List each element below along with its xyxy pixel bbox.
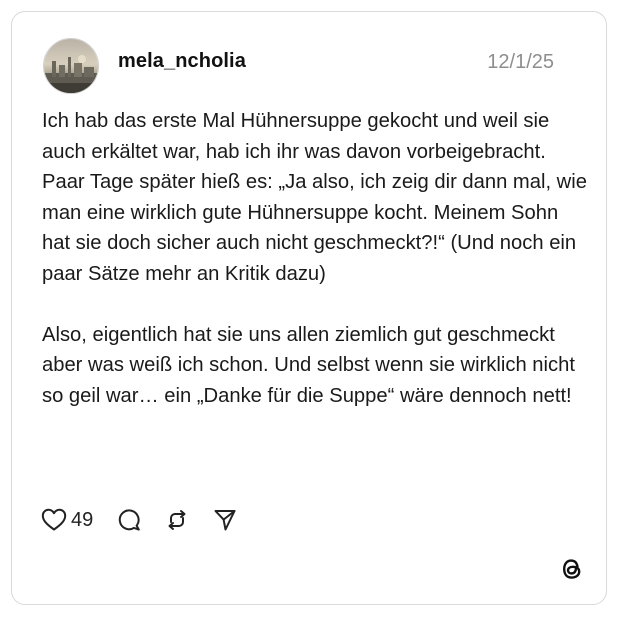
threads-logo-icon[interactable] <box>558 555 586 583</box>
post-actions: 49 <box>41 506 237 534</box>
like-count: 49 <box>71 508 94 531</box>
username[interactable]: mela_ncholia <box>118 50 246 73</box>
repost-icon <box>168 510 186 530</box>
post-card: mela_ncholia 12/1/25 Ich hab das erste M… <box>11 11 607 605</box>
avatar-image <box>44 39 98 93</box>
comment-bubble-icon <box>119 509 141 531</box>
post-timestamp[interactable]: 12/1/25 <box>487 51 554 74</box>
like-button[interactable]: 49 <box>41 508 93 532</box>
heart-icon <box>41 508 67 531</box>
repost-button[interactable] <box>165 508 189 532</box>
comment-button[interactable] <box>117 508 141 532</box>
avatar[interactable] <box>43 38 99 94</box>
share-button[interactable] <box>213 508 237 532</box>
post-text: Ich hab das erste Mal Hühnersuppe gekoch… <box>42 110 587 407</box>
send-icon <box>214 510 236 531</box>
